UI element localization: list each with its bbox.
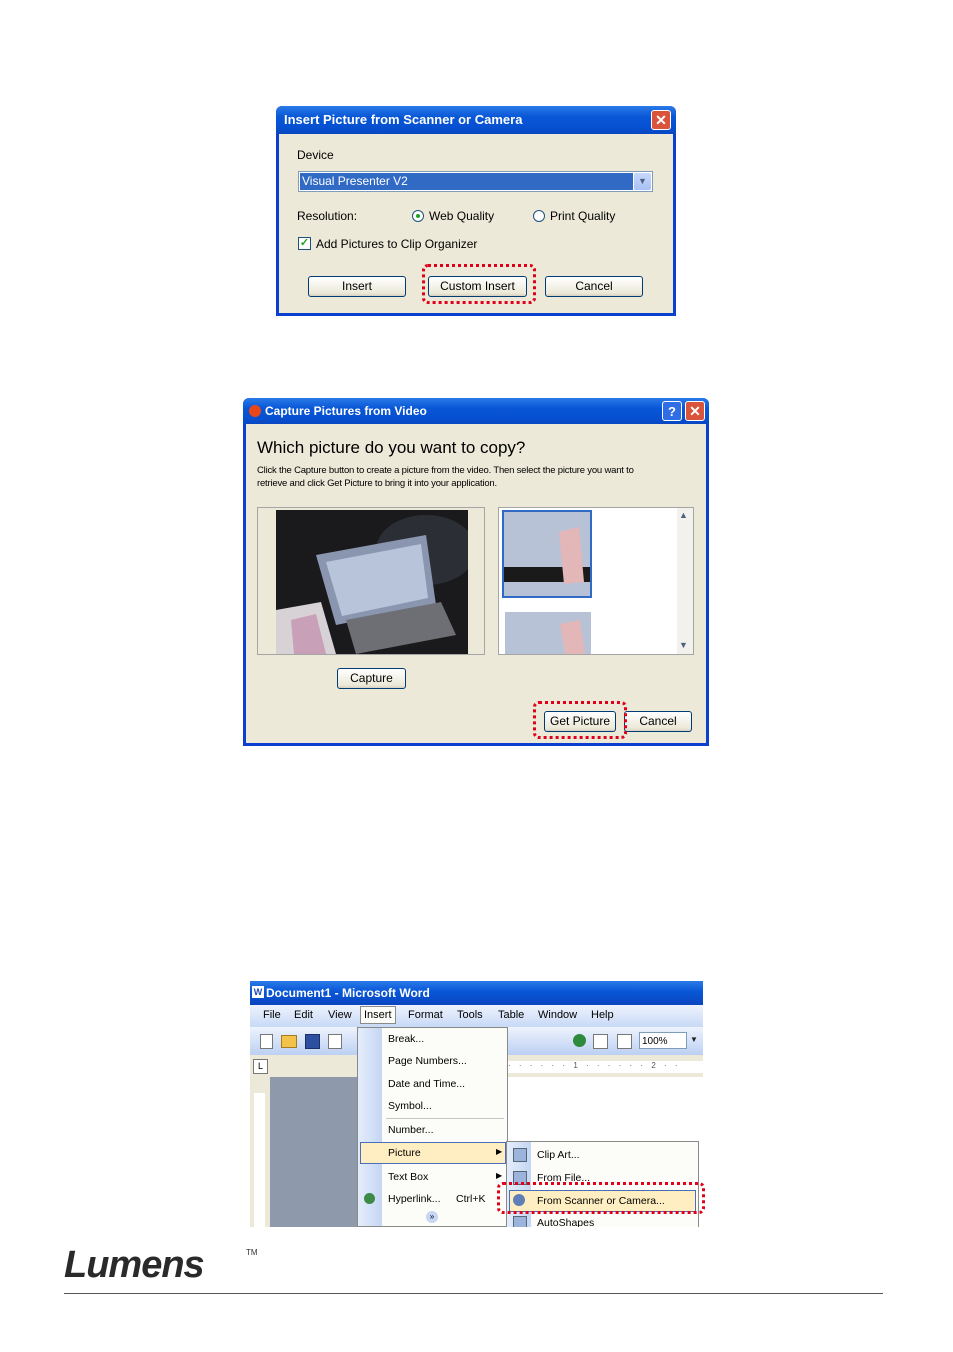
menu-window[interactable]: Window: [538, 1009, 577, 1021]
menu-tools[interactable]: Tools: [457, 1009, 483, 1021]
menu-item-picture[interactable]: Picture: [388, 1147, 421, 1159]
clip-art-icon: [513, 1148, 527, 1162]
submenu-arrow-icon: ▶: [496, 1171, 503, 1180]
web-quality-radio[interactable]: [412, 210, 424, 222]
radio-selected-dot: [416, 214, 420, 218]
highlight-marker: [497, 1182, 705, 1214]
menu-bar: File Edit View Insert Format Tools Table…: [250, 1005, 703, 1027]
word-icon: W: [252, 986, 264, 998]
thumbnail-selected[interactable]: [502, 510, 592, 598]
chevron-up-icon[interactable]: ▲: [679, 510, 688, 520]
hyperlink-icon: [364, 1193, 375, 1204]
menu-item-autoshapes[interactable]: AutoShapes: [537, 1217, 594, 1227]
help-icon[interactable]: ?: [662, 401, 682, 421]
hyperlink-shortcut: Ctrl+K: [456, 1193, 486, 1205]
zoom-field[interactable]: 100%: [639, 1032, 687, 1049]
menu-view[interactable]: View: [328, 1009, 352, 1021]
footer-divider: [64, 1293, 883, 1294]
vertical-ruler-track: [254, 1093, 265, 1227]
add-to-organizer-label: Add Pictures to Clip Organizer: [316, 237, 478, 251]
menu-item-hyperlink[interactable]: Hyperlink...: [388, 1193, 441, 1205]
tab-selector[interactable]: L: [253, 1059, 268, 1074]
close-icon[interactable]: ✕: [685, 401, 705, 421]
tables-icon[interactable]: [593, 1034, 608, 1049]
highlight-marker: [422, 264, 536, 304]
instruction-line-1: Click the Capture button to create a pic…: [257, 465, 634, 476]
capture-button[interactable]: Capture: [337, 668, 406, 689]
menu-separator: [386, 1118, 504, 1119]
dialog-title: Capture Pictures from Video: [243, 398, 709, 424]
autoshapes-icon: [513, 1216, 527, 1227]
menu-edit[interactable]: Edit: [294, 1009, 313, 1021]
hyperlink-globe-icon[interactable]: [573, 1034, 586, 1047]
chevron-down-icon[interactable]: ▼: [679, 640, 688, 650]
instruction-line-2: retrieve and click Get Picture to bring …: [257, 478, 497, 489]
close-icon[interactable]: ✕: [651, 110, 671, 130]
print-quality-label: Print Quality: [550, 209, 616, 223]
print-quality-radio[interactable]: [533, 210, 545, 222]
document-gray-area: [270, 1077, 360, 1227]
menu-item-symbol[interactable]: Symbol...: [388, 1100, 432, 1112]
save-icon[interactable]: [305, 1034, 320, 1049]
menu-item-date-time[interactable]: Date and Time...: [388, 1078, 465, 1090]
thumbnail[interactable]: [505, 612, 591, 654]
cancel-button[interactable]: Cancel: [545, 276, 643, 297]
resolution-label: Resolution:: [297, 209, 358, 223]
new-document-icon[interactable]: [260, 1034, 273, 1049]
menu-item-number[interactable]: Number...: [388, 1124, 434, 1136]
menu-item-page-numbers[interactable]: Page Numbers...: [388, 1055, 467, 1067]
menu-item-clip-art[interactable]: Clip Art...: [537, 1149, 580, 1161]
scrollbar[interactable]: [677, 508, 693, 654]
insert-button[interactable]: Insert: [308, 276, 406, 297]
menu-insert[interactable]: Insert: [360, 1006, 396, 1024]
device-label: Device: [297, 148, 334, 162]
menu-table[interactable]: Table: [498, 1009, 524, 1021]
toolbar-options-icon[interactable]: ▼: [690, 1035, 698, 1044]
window-title: Document1 - Microsoft Word: [250, 981, 703, 1005]
video-preview-image: [276, 510, 468, 654]
menu-file[interactable]: File: [263, 1009, 281, 1021]
permission-icon[interactable]: [328, 1034, 342, 1049]
dialog-heading: Which picture do you want to copy?: [257, 438, 526, 457]
chevron-down-icon[interactable]: ▼: [634, 173, 651, 190]
cancel-button[interactable]: Cancel: [624, 711, 692, 732]
menu-format[interactable]: Format: [408, 1009, 443, 1021]
lumens-logo: Lumens: [64, 1244, 205, 1286]
horizontal-ruler: · · · · · · 1 · · · · · · 2 · ·: [508, 1061, 703, 1073]
print-preview-icon[interactable]: [617, 1034, 632, 1049]
add-to-organizer-checkbox[interactable]: ✓: [298, 237, 311, 250]
menu-help[interactable]: Help: [591, 1009, 614, 1021]
insert-menu: Break... Page Numbers... Date and Time..…: [357, 1027, 508, 1227]
highlight-marker: [533, 701, 627, 739]
camera-icon: [249, 405, 261, 417]
menu-highlight: [360, 1142, 506, 1164]
menu-item-text-box[interactable]: Text Box: [388, 1171, 428, 1183]
web-quality-label: Web Quality: [429, 209, 495, 223]
expand-menu-icon[interactable]: »: [426, 1211, 438, 1223]
device-select[interactable]: Visual Presenter V2 ▼: [298, 171, 653, 192]
device-value: Visual Presenter V2: [300, 173, 633, 190]
open-folder-icon[interactable]: [281, 1035, 297, 1048]
trademark-symbol: TM: [246, 1248, 258, 1257]
submenu-arrow-icon: ▶: [496, 1147, 503, 1156]
menu-item-break[interactable]: Break...: [388, 1033, 424, 1045]
dialog-title: Insert Picture from Scanner or Camera: [276, 106, 676, 134]
